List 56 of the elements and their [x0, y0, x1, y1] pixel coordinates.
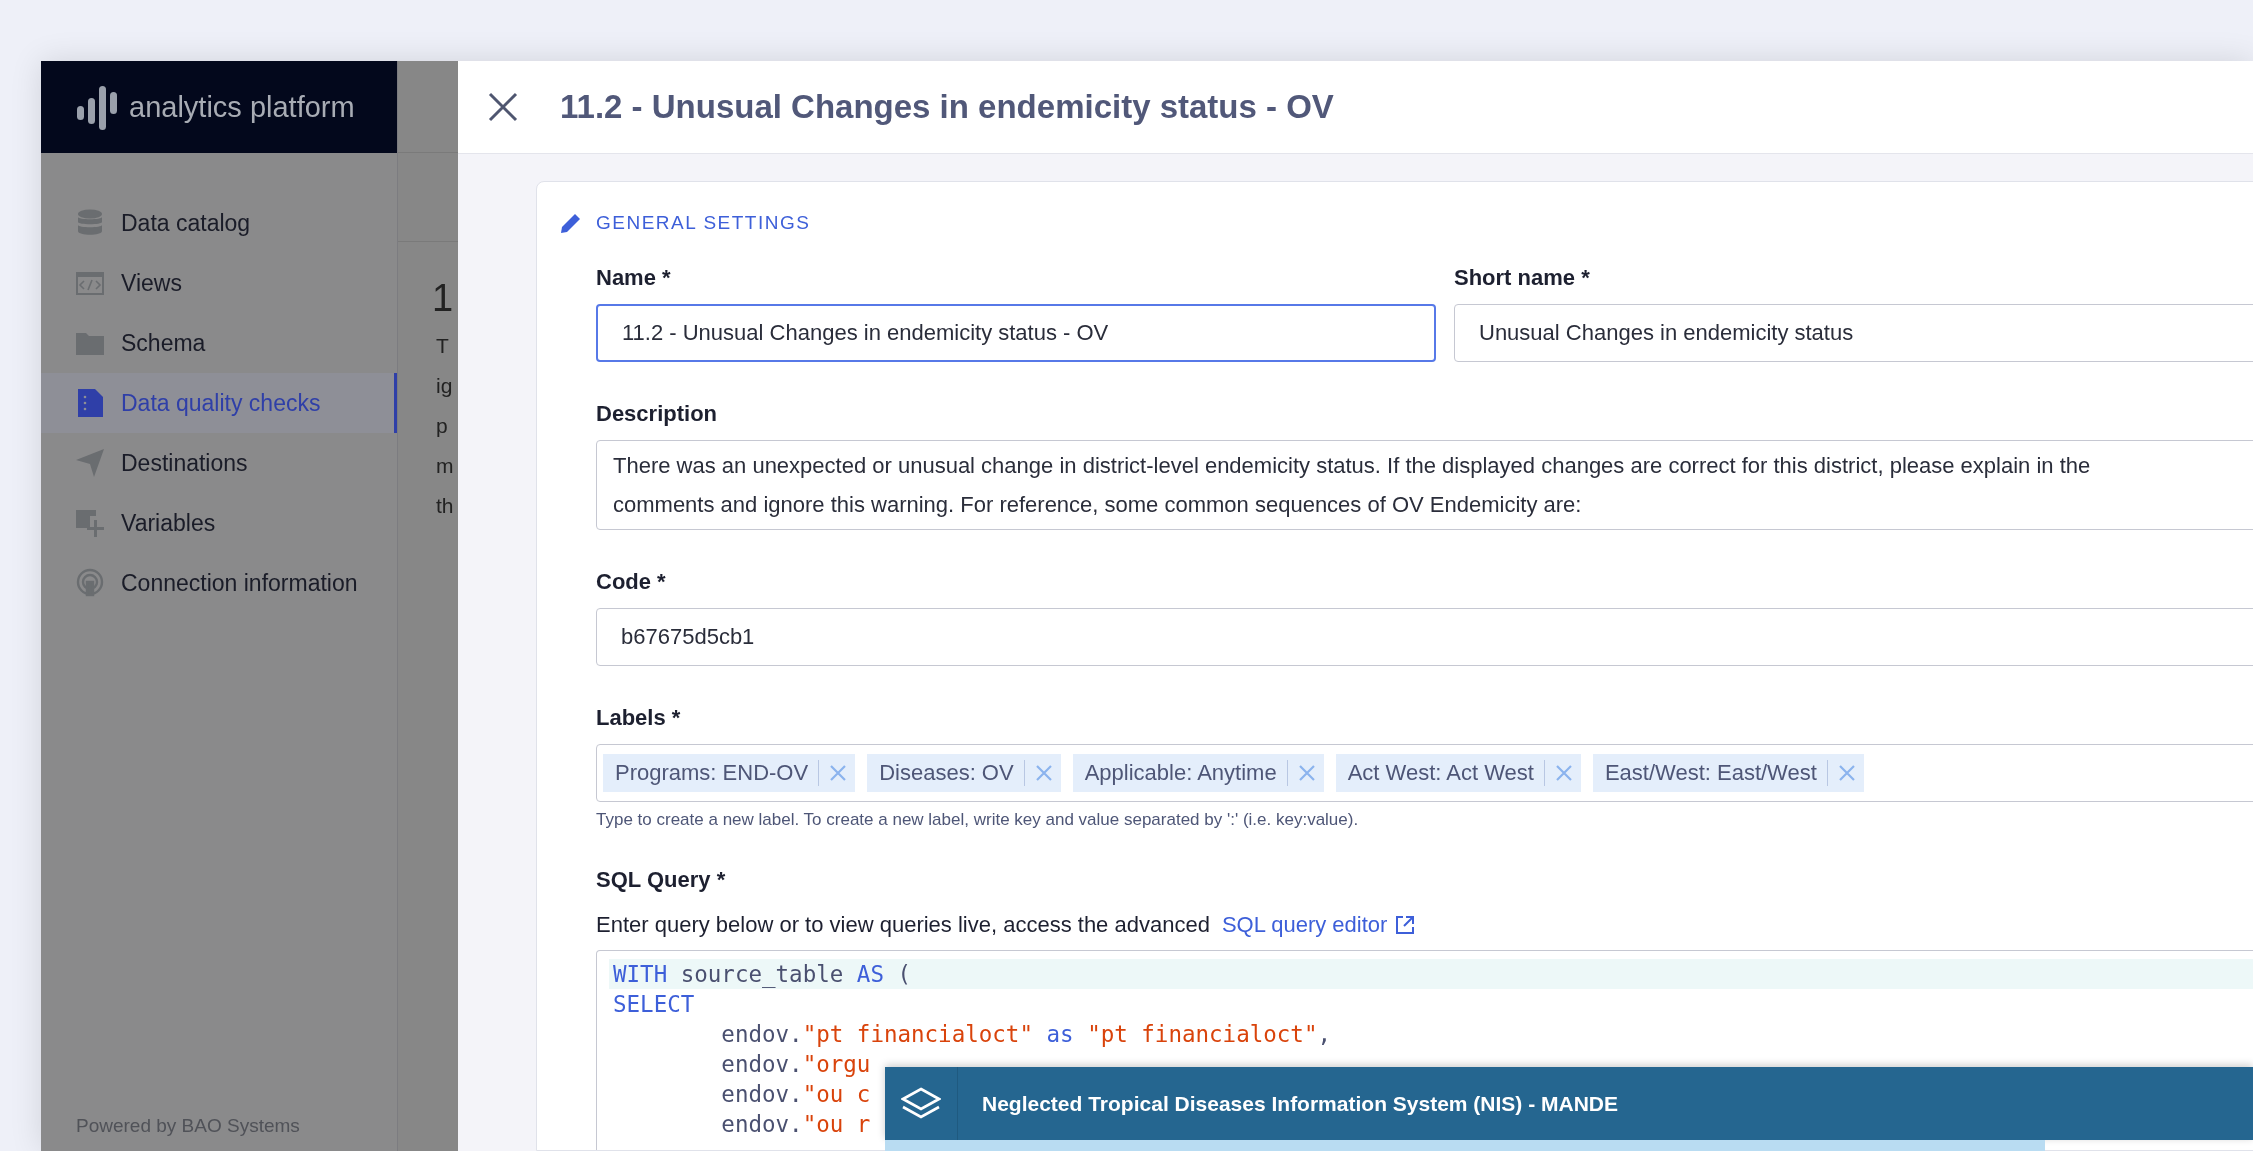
field-label: Short name * — [1454, 264, 1591, 292]
sql-editor-link[interactable]: SQL query editor — [1221, 912, 1388, 938]
tag-text: Act West: Act West — [1347, 760, 1534, 786]
banner-title: Neglected Tropical Diseases Information System (NIS) - MANDE — [982, 1091, 1618, 1116]
sidebar-item[interactable]: Views — [41, 253, 397, 313]
field-label: Description — [596, 400, 719, 428]
field-label: Code * — [596, 568, 667, 596]
sidebar-item[interactable]: Connection information — [41, 553, 397, 613]
tag-text: Applicable: Anytime — [1084, 760, 1277, 786]
sidebar-item[interactable]: Destinations — [41, 433, 397, 493]
code-line: endov."pt financialoct" as "pt financialoct", — [720, 1020, 1332, 1049]
field-label: Labels * — [596, 704, 682, 732]
footer-text: Powered by BAO Systems — [75, 1115, 301, 1138]
text-fragment: m — [435, 454, 455, 479]
section-title: GENERAL SETTINGS — [596, 212, 811, 234]
panel-title: 11.2 - Unusual Changes in endemicity status - OV — [560, 88, 1334, 126]
tag-text: Programs: END-OV — [615, 760, 809, 786]
text-fragment: p — [435, 414, 449, 439]
broadcast-icon — [75, 568, 105, 598]
document-icon — [75, 388, 105, 418]
remove-icon[interactable] — [829, 764, 848, 782]
code-line: SELECT — [612, 990, 696, 1019]
paper-plane-icon — [75, 448, 105, 478]
code-line: endov."ou r — [720, 1110, 872, 1139]
short-name-field[interactable]: Unusual Changes in endemicity status — [1454, 304, 2253, 362]
logo-text: analytics platform — [129, 90, 355, 124]
remove-icon[interactable] — [1297, 764, 1316, 782]
description-field[interactable]: There was an unexpected or unusual change in district-level endemicity status. If the displayed changes are correct for this district, please explain in the comments and ignore this warning. For reference, some common sequences of OV Endemicity are: — [596, 440, 2253, 530]
database-icon — [75, 208, 105, 238]
field-label: SQL Query * — [596, 866, 727, 894]
field-label: Name * — [596, 264, 672, 292]
sidebar-item[interactable]: Data catalog — [41, 193, 397, 253]
text-fragment: th — [435, 494, 455, 519]
text-fragment: ig — [435, 374, 454, 399]
text-fragment: T — [435, 334, 450, 359]
code-field[interactable]: b67675d5cb1 — [596, 608, 2253, 666]
add-square-icon — [75, 508, 105, 538]
intro-text: Enter query below or to view queries live, access the advanced — [596, 912, 1210, 938]
close-button[interactable] — [488, 92, 518, 122]
code-line: endov."orgu — [720, 1050, 872, 1079]
layers-icon — [901, 1086, 941, 1121]
code-line: endov."ou c — [720, 1080, 872, 1109]
remove-icon[interactable] — [1554, 764, 1573, 782]
external-link-icon[interactable] — [1395, 915, 1416, 935]
pencil-icon — [560, 212, 582, 234]
tag-text: Diseases: OV — [879, 760, 1014, 786]
tag-text: East/West: East/West — [1604, 760, 1817, 786]
hint-text: Type to create a new label. To create a new label, write key and value separated by ':' (i.e. key:value). — [596, 810, 1360, 830]
name-field[interactable]: 11.2 - Unusual Changes in endemicity status - OV — [596, 304, 1436, 362]
remove-icon[interactable] — [1837, 764, 1856, 782]
sidebar-item[interactable]: Schema — [41, 313, 397, 373]
bars-logo-icon — [77, 84, 117, 130]
remove-icon[interactable] — [1034, 764, 1053, 782]
page-title-fragment: 1 — [431, 276, 455, 321]
sidebar-item[interactable]: Variables — [41, 493, 397, 553]
labels-field[interactable]: Programs: END-OV Diseases: OV Applicable: Anytime Act West: Act West East/West: East/West — [596, 744, 2253, 802]
